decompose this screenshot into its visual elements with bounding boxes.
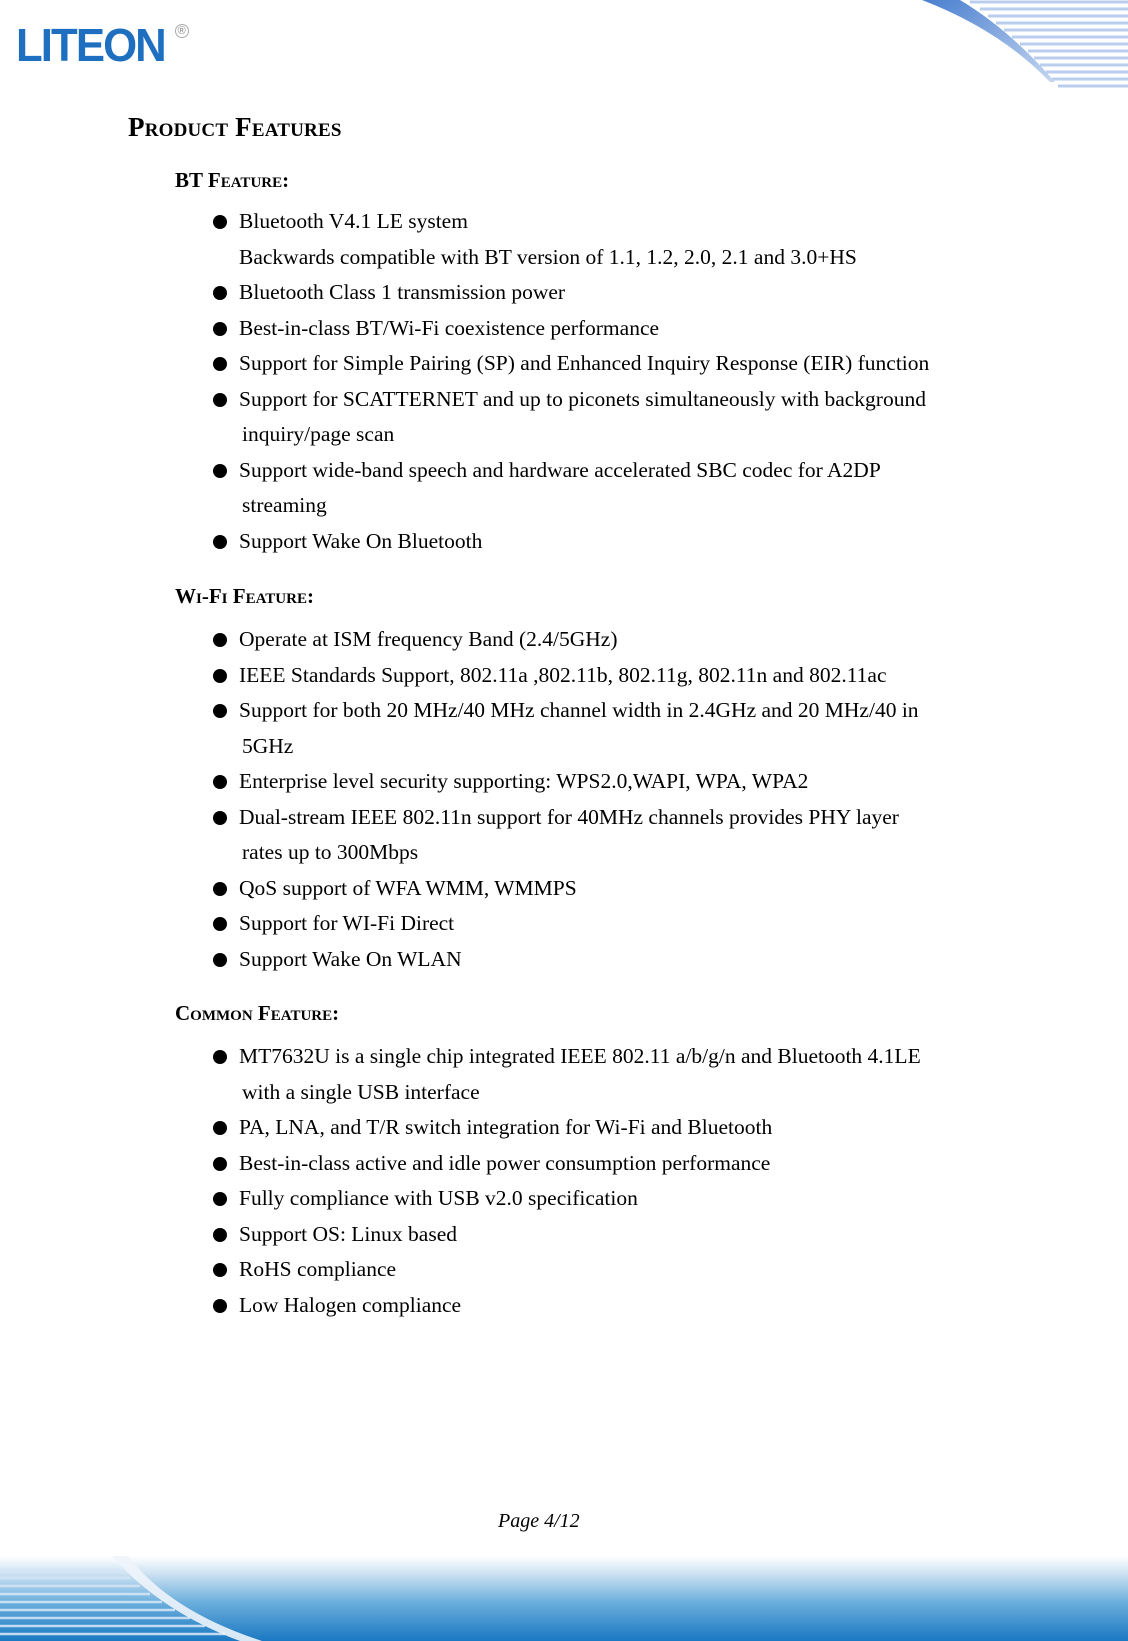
footer-registered-mark: ® <box>998 1507 1013 1521</box>
list-item-text: Bluetooth Class 1 transmission power <box>239 280 566 304</box>
bullet-icon <box>213 321 227 336</box>
list-item: Dual-stream IEEE 802.11n support for 40M… <box>212 800 972 871</box>
bullet-icon <box>213 1050 227 1064</box>
list-item: Support for SCATTERNET and up to piconet… <box>212 382 972 453</box>
footer-stripes-decoration <box>0 1556 262 1641</box>
list-item: MT7632U is a single chip integrated IEEE… <box>212 1039 972 1110</box>
wifi-feature-list: Operate at ISM frequency Band (2.4/5GHz)… <box>212 622 972 977</box>
bullet-icon <box>213 1121 227 1135</box>
list-item-text: Backwards compatible with BT version of … <box>239 244 857 269</box>
footer-band <box>0 1556 1128 1641</box>
page-title: Product Features <box>128 112 342 142</box>
section-heading-wifi: Wi-Fi Feature: <box>175 584 314 608</box>
bullet-icon <box>213 952 227 967</box>
list-item: Best-in-class active and idle power cons… <box>212 1146 972 1182</box>
list-item: Best-in-class BT/Wi-Fi coexistence perfo… <box>212 311 972 347</box>
list-item-text: Support wide-band speech and hardware ac… <box>239 457 881 482</box>
list-item-text: Operate at ISM frequency Band (2.4/5GHz) <box>239 627 618 651</box>
list-item: Support for WI-Fi Direct <box>212 906 972 942</box>
section-heading-common: Common Feature: <box>175 1001 340 1025</box>
bullet-icon <box>213 668 227 683</box>
list-item: Support wide-band speech and hardware ac… <box>212 453 972 524</box>
footer-liteon-logo: LITEON ® <box>862 1505 1013 1545</box>
list-item-text: Low Halogen compliance <box>239 1292 462 1317</box>
bt-feature-list: Bluetooth V4.1 LE system Backwards compat… <box>212 204 972 559</box>
list-item-text-continued: rates up to 300Mbps <box>242 840 419 864</box>
list-item-text: MT7632U is a single chip integrated IEEE… <box>239 1044 921 1068</box>
bullet-icon <box>213 392 227 407</box>
section-heading-bt: BT Feature: <box>175 168 290 192</box>
list-item: RoHS compliance <box>212 1252 972 1288</box>
logo-text: LITEON <box>16 19 167 71</box>
list-item-text: Support for WI-Fi Direct <box>239 911 455 935</box>
list-item-text: RoHS compliance <box>239 1257 397 1281</box>
list-item: QoS support of WFA WMM, WMMPS <box>212 871 972 907</box>
list-item: Support Wake On Bluetooth <box>212 524 972 560</box>
bullet-icon <box>213 917 227 931</box>
bullet-icon <box>213 1192 227 1206</box>
bullet-icon <box>213 775 227 789</box>
list-item: PA, LNA, and T/R switch integration for … <box>212 1110 972 1146</box>
bullet-icon <box>213 534 227 549</box>
list-item: Fully compliance with USB v2.0 specifica… <box>212 1181 972 1217</box>
list-item-text: Enterprise level security supporting: WP… <box>239 769 809 793</box>
bullet-icon <box>213 1298 227 1313</box>
list-item-continuation: Backwards compatible with BT version of … <box>212 240 972 276</box>
list-item: Support for both 20 MHz/40 MHz channel w… <box>212 693 972 764</box>
registered-mark: ® <box>174 24 189 38</box>
list-item-text: Best-in-class BT/Wi-Fi coexistence perfo… <box>239 315 660 340</box>
list-item-text: Support for Simple Pairing (SP) and Enha… <box>239 351 930 375</box>
list-item-text: Best-in-class active and idle power cons… <box>239 1150 771 1175</box>
bullet-icon <box>213 1156 227 1171</box>
list-item-text: Support for SCATTERNET and up to piconet… <box>239 386 926 411</box>
list-item-text: PA, LNA, and T/R switch integration for … <box>239 1115 773 1139</box>
list-item-text: Dual-stream IEEE 802.11n support for 40M… <box>239 804 899 829</box>
list-item: IEEE Standards Support, 802.11a ,802.11b… <box>212 658 972 694</box>
list-item-text: Support for both 20 MHz/40 MHz channel w… <box>239 698 919 722</box>
bullet-icon <box>213 633 227 647</box>
bullet-icon <box>213 463 227 478</box>
list-item-text: Support Wake On WLAN <box>239 946 462 971</box>
list-item-text-continued: streaming <box>242 493 327 517</box>
liteon-logo: LITEON ® <box>16 22 189 68</box>
list-item: Support OS: Linux based <box>212 1217 972 1253</box>
common-feature-list: MT7632U is a single chip integrated IEEE… <box>212 1039 972 1323</box>
bullet-icon <box>213 810 227 825</box>
list-item-text-continued: inquiry/page scan <box>242 422 395 446</box>
list-item-text-continued: with a single USB interface <box>242 1079 480 1104</box>
list-item-text: Support OS: Linux based <box>239 1221 457 1246</box>
bullet-icon <box>213 881 227 896</box>
list-item-text: Bluetooth V4.1 LE system <box>239 209 468 233</box>
list-item: Low Halogen compliance <box>212 1288 972 1324</box>
bullet-icon <box>213 286 227 300</box>
list-item-text-continued: 5GHz <box>242 733 294 758</box>
list-item-text: QoS support of WFA WMM, WMMPS <box>239 875 577 900</box>
bullet-icon <box>213 1263 227 1277</box>
bullet-icon <box>213 357 227 371</box>
list-item-text: Support Wake On Bluetooth <box>239 528 483 553</box>
list-item: Support Wake On WLAN <box>212 942 972 978</box>
list-item: Bluetooth Class 1 transmission power <box>212 275 972 311</box>
list-item: Enterprise level security supporting: WP… <box>212 764 972 800</box>
bullet-icon <box>213 704 227 718</box>
list-item-text: IEEE Standards Support, 802.11a ,802.11b… <box>239 662 887 687</box>
list-item: Operate at ISM frequency Band (2.4/5GHz) <box>212 622 972 658</box>
header-stripes-decoration <box>922 0 1128 88</box>
list-item-text: Fully compliance with USB v2.0 specifica… <box>239 1186 638 1210</box>
list-item: Support for Simple Pairing (SP) and Enha… <box>212 346 972 382</box>
bullet-icon <box>213 1227 227 1242</box>
list-item: Bluetooth V4.1 LE system <box>212 204 972 240</box>
page-number: Page 4/12 <box>498 1510 580 1532</box>
bullet-icon <box>213 215 227 229</box>
footer-logo-text: LITEON <box>862 1503 992 1547</box>
